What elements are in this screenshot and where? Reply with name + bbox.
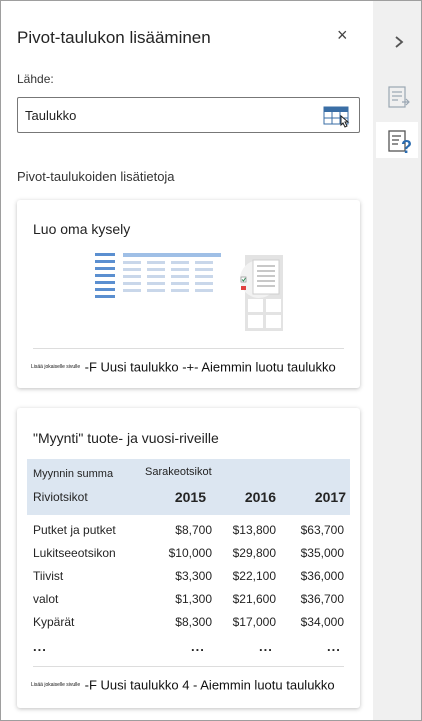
year-header: 2017 <box>314 489 346 505</box>
section-heading: Pivot-taulukoiden lisätietoja <box>17 169 175 184</box>
ellipsis: ... <box>191 639 205 654</box>
year-header: 2015 <box>174 489 206 505</box>
row-label: valot <box>33 592 59 606</box>
footer-text: -F Uusi taulukko -+- Aiemmin luotu taulu… <box>84 359 336 375</box>
card-footer: Lisää jokaiselle sivulle -F Uusi taulukk… <box>31 358 336 376</box>
table-row: valot $1,300 $21,600 $36,700 <box>27 584 350 606</box>
cell-value: $35,000 <box>300 546 344 560</box>
row-label: Putket ja putket <box>33 523 116 537</box>
task-pane-window: Pivot-taulukon lisääminen × Lähde: Taulu… <box>0 0 422 721</box>
cell-value: $8,700 <box>175 523 212 537</box>
ellipsis: ... <box>33 639 47 654</box>
pane-title: Pivot-taulukon lisääminen <box>17 28 211 47</box>
cell-value: $34,000 <box>300 615 344 629</box>
table-row: Kypärät $8,300 $17,000 $34,000 <box>27 607 350 629</box>
card-footer: Lisää jokaiselle sivulle -F Uusi taulukk… <box>31 676 335 694</box>
footer-small-text: Lisää jokaiselle sivulle <box>31 363 81 370</box>
row-labels-header: Riviotsikot <box>33 490 88 504</box>
cell-value: $36,700 <box>300 592 344 606</box>
ellipsis: ... <box>327 639 341 654</box>
table-row: Putket ja putket $8,700 $13,800 $63,700 <box>27 515 350 537</box>
footer-text: -F Uusi taulukko 4 - Aiemmin luotu taulu… <box>84 677 335 693</box>
cell-value: $63,700 <box>300 523 344 537</box>
cell-value: $17,000 <box>232 615 276 629</box>
table-row: Tiivist $3,300 $22,100 $36,000 <box>27 561 350 583</box>
column-labels-header: Sarakeotsikot <box>145 466 212 478</box>
cell-value: $10,000 <box>168 546 212 560</box>
source-field[interactable]: Taulukko <box>17 97 360 133</box>
card-divider <box>33 348 344 349</box>
sales-pivot-card[interactable]: "Myynti" tuote- ja vuosi-riveille Myynni… <box>17 408 360 708</box>
close-button[interactable]: × <box>337 25 348 46</box>
card-title: "Myynti" tuote- ja vuosi-riveille <box>33 430 219 446</box>
insert-pivot-pane: Pivot-taulukon lisääminen × Lähde: Taulu… <box>1 1 373 720</box>
footer-small-text: Lisää jokaiselle sivulle <box>31 681 81 688</box>
source-label: Lähde: <box>17 72 54 86</box>
blank-pivot-illustration <box>95 251 285 338</box>
cell-value: $8,300 <box>175 615 212 629</box>
cell-value: $13,800 <box>232 523 276 537</box>
select-range-icon[interactable] <box>323 104 353 133</box>
table-row: Lukitseeotsikon $10,000 $29,800 $35,000 <box>27 538 350 560</box>
values-label: Myynnin summa <box>33 468 114 480</box>
svg-text:?: ? <box>401 137 412 155</box>
cell-value: $22,100 <box>232 569 276 583</box>
row-label: Kypärät <box>33 615 75 629</box>
cell-value: $29,800 <box>232 546 276 560</box>
cell-value: $36,000 <box>300 569 344 583</box>
pivot-preview-table: Myynnin summa Sarakeotsikot Riviotsikot … <box>27 459 350 654</box>
row-label: Lukitseeotsikon <box>33 546 116 560</box>
pivot-header: Myynnin summa Sarakeotsikot Riviotsikot … <box>27 459 350 515</box>
card-title: Luo oma kysely <box>33 221 131 237</box>
row-label: Tiivist <box>33 569 64 583</box>
ellipsis: ... <box>259 639 273 654</box>
recommended-pivot-icon[interactable] <box>386 85 412 116</box>
cell-value: $3,300 <box>175 569 212 583</box>
chevron-right-icon[interactable] <box>392 33 406 54</box>
cell-value: $21,600 <box>232 592 276 606</box>
source-value: Taulukko <box>25 108 77 123</box>
create-own-pivot-card[interactable]: Luo oma kysely Lisää jokaiselle sivulle … <box>17 200 360 388</box>
cell-value: $1,300 <box>175 592 212 606</box>
pivot-help-icon[interactable]: ? <box>386 127 414 160</box>
card-divider <box>33 666 344 667</box>
year-header: 2016 <box>244 489 276 505</box>
